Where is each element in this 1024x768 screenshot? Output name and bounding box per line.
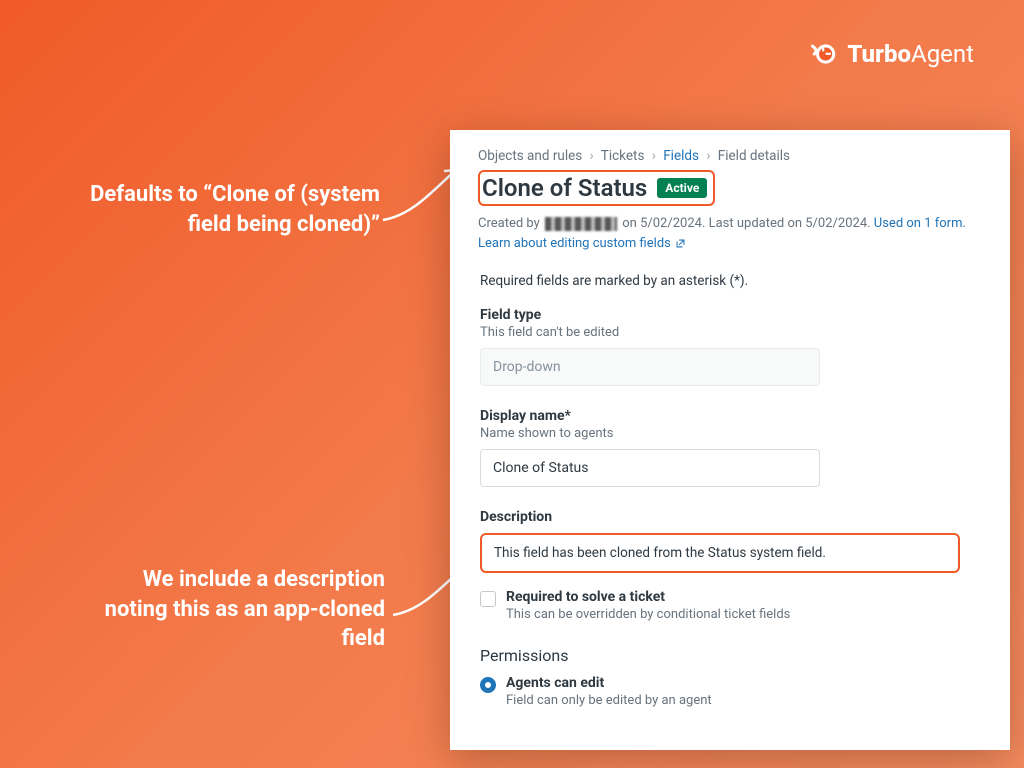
required-solve-checkbox[interactable] (480, 591, 496, 607)
status-badge: Active (657, 178, 707, 198)
field-type-sublabel: This field can't be edited (480, 325, 980, 340)
external-link-icon (675, 238, 686, 249)
crumb-fields[interactable]: Fields (663, 148, 699, 164)
field-type-value: Drop-down (480, 348, 820, 386)
page-title: Clone of Status (482, 174, 647, 202)
required-solve-row[interactable]: Required to solve a ticket This can be o… (480, 589, 980, 622)
crumb-objects[interactable]: Objects and rules (478, 148, 582, 164)
display-name-input[interactable] (480, 449, 820, 487)
agents-edit-sub: Field can only be edited by an agent (506, 693, 712, 708)
crumb-details: Field details (718, 148, 790, 164)
required-solve-sub: This can be overridden by conditional ti… (506, 607, 790, 622)
brand-icon (809, 40, 837, 68)
permissions-heading: Permissions (480, 646, 980, 665)
display-name-sublabel: Name shown to agents (480, 426, 980, 441)
annotation-description: We include a description noting this as … (95, 565, 385, 654)
brand-name: TurboAgent (847, 40, 974, 68)
agents-edit-radio[interactable] (480, 677, 496, 693)
title-highlight: Clone of Status Active (478, 170, 715, 206)
field-type-label: Field type (480, 307, 980, 323)
redacted-author (545, 217, 617, 231)
required-note: Required fields are marked by an asteris… (480, 273, 980, 289)
description-label: Description (480, 509, 980, 525)
used-on-link[interactable]: Used on 1 form. (874, 216, 966, 231)
display-name-label: Display name* (480, 408, 980, 424)
brand-logo: TurboAgent (809, 40, 974, 68)
field-details-panel: Objects and rules › Tickets › Fields › F… (450, 130, 1010, 750)
meta-line: Created by on 5/02/2024. Last updated on… (478, 214, 982, 234)
agents-edit-row[interactable]: Agents can edit Field can only be edited… (480, 675, 980, 708)
annotation-title: Defaults to “Clone of (system field bein… (70, 180, 380, 239)
crumb-tickets[interactable]: Tickets (601, 148, 645, 164)
learn-link[interactable]: Learn about editing custom fields (478, 236, 686, 251)
breadcrumb: Objects and rules › Tickets › Fields › F… (478, 148, 982, 164)
description-highlight[interactable]: This field has been cloned from the Stat… (480, 533, 960, 573)
form-body: Required fields are marked by an asteris… (478, 273, 982, 708)
required-solve-label: Required to solve a ticket (506, 589, 790, 605)
agents-edit-label: Agents can edit (506, 675, 712, 691)
